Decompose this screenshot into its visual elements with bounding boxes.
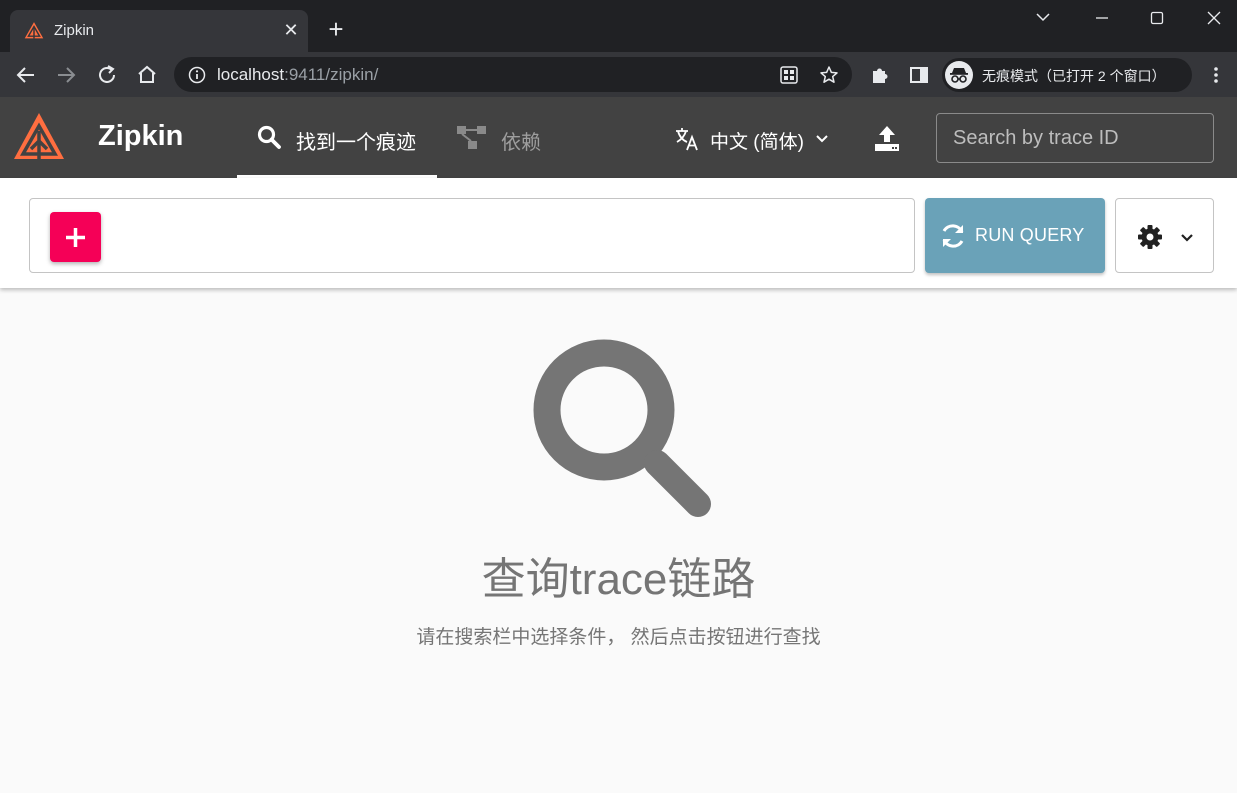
zipkin-logo-icon[interactable] [12, 111, 66, 163]
tab-close-icon[interactable]: ✕ [280, 19, 302, 41]
browser-toolbar: localhost:9411/zipkin/ 无痕模式（已打开 2 个窗口） [0, 52, 1237, 97]
browser-tab-strip: Zipkin ✕ + [0, 0, 1237, 52]
translate-icon [674, 126, 700, 152]
tab-dependencies[interactable]: 依赖 [447, 97, 557, 178]
browser-menu-icon[interactable] [1206, 65, 1226, 85]
tab-find-trace[interactable]: 找到一个痕迹 [237, 97, 437, 178]
incognito-label: 无痕模式（已打开 2 个窗口） [982, 68, 1166, 84]
site-info-icon[interactable] [188, 66, 206, 84]
browser-tab-title: Zipkin [54, 22, 95, 39]
extensions-puzzle-icon[interactable] [868, 63, 892, 87]
add-criteria-button[interactable] [50, 212, 101, 262]
chevron-down-icon [1177, 227, 1197, 247]
search-icon [256, 124, 282, 150]
minimize-icon[interactable] [1087, 6, 1117, 30]
reload-icon[interactable] [95, 63, 119, 87]
language-label: 中文 (简体) [710, 132, 804, 153]
query-criteria-box[interactable] [29, 198, 915, 273]
plus-icon [66, 228, 85, 247]
zipkin-app-bar: Zipkin 找到一个痕迹 依赖 中文 (简体) [0, 97, 1237, 178]
dependency-icon [456, 124, 486, 150]
home-icon[interactable] [135, 63, 159, 87]
forward-icon[interactable] [54, 63, 78, 87]
qr-code-icon[interactable] [779, 65, 799, 85]
close-window-icon[interactable] [1199, 6, 1229, 30]
tab-search-chevron-icon[interactable] [1028, 6, 1058, 30]
url-host: localhost [217, 65, 285, 84]
trace-id-search-input[interactable] [936, 113, 1214, 163]
zipkin-favicon-icon [24, 21, 44, 41]
address-bar[interactable]: localhost:9411/zipkin/ [174, 57, 852, 92]
app-title[interactable]: Zipkin [98, 120, 183, 153]
empty-state-title: 查询trace链路 [481, 555, 756, 604]
incognito-icon [945, 61, 973, 89]
new-tab-button[interactable]: + [324, 16, 348, 42]
language-selector[interactable]: 中文 (简体) [672, 124, 832, 153]
query-bar: RUN QUERY [0, 178, 1237, 288]
tab-find-trace-label: 找到一个痕迹 [296, 132, 416, 154]
run-query-button[interactable]: RUN QUERY [925, 198, 1105, 273]
url-path: :9411/zipkin/ [284, 65, 379, 84]
bookmark-star-icon[interactable] [819, 65, 839, 85]
side-panel-icon[interactable] [907, 63, 931, 87]
chevron-down-icon [812, 128, 832, 148]
empty-search-icon [532, 338, 712, 518]
settings-menu-button[interactable] [1115, 198, 1214, 273]
maximize-icon[interactable] [1142, 6, 1172, 30]
refresh-icon [939, 222, 967, 250]
empty-state-subtitle: 请在搜索栏中选择条件， 然后点击按钮进行查找 [416, 627, 821, 648]
incognito-indicator[interactable]: 无痕模式（已打开 2 个窗口） [942, 58, 1192, 92]
back-icon[interactable] [14, 63, 38, 87]
run-query-label: RUN QUERY [975, 225, 1085, 245]
upload-icon[interactable] [872, 123, 902, 153]
url-text: localhost:9411/zipkin/ [217, 65, 378, 85]
browser-tab[interactable]: Zipkin ✕ [10, 10, 308, 52]
gear-icon [1136, 223, 1164, 251]
tab-dependencies-label: 依赖 [501, 132, 541, 154]
